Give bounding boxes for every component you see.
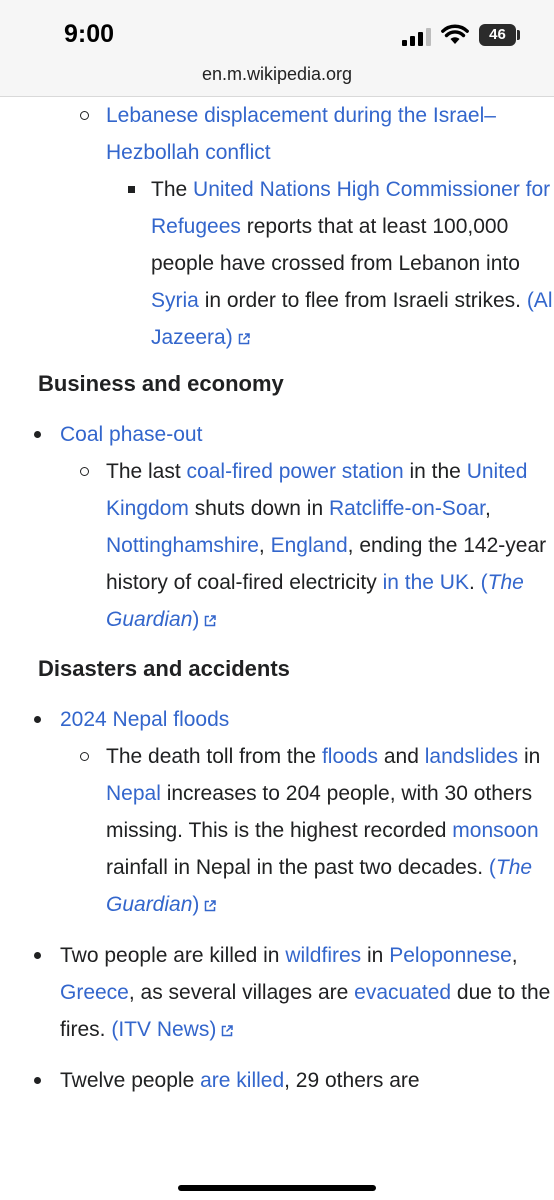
text: in order to flee from Israeli strikes. <box>198 289 527 312</box>
nepal-sublist: The death toll from the floods and lands… <box>60 738 554 923</box>
source-label: (ITV News) <box>111 1018 217 1041</box>
link-nottinghamshire[interactable]: Nottinghamshire <box>106 534 259 557</box>
source-paren: ( <box>488 856 496 879</box>
text: in <box>518 745 541 768</box>
link-evacuated[interactable]: evacuated <box>354 981 451 1004</box>
text: The death toll from the <box>106 745 322 768</box>
section-heading-disasters: Disasters and accidents <box>38 656 290 681</box>
link-floods[interactable]: floods <box>322 745 378 768</box>
lebanon-list: Lebanese displacement during the Israel–… <box>0 97 554 356</box>
business-list: Coal phase-out The last coal-fired power… <box>0 416 554 638</box>
external-link-icon <box>238 333 250 345</box>
link-syria[interactable]: Syria <box>151 289 199 312</box>
list-item-coal-phase-out: Coal phase-out The last coal-fired power… <box>0 416 554 638</box>
link-coal-fired-power-station[interactable]: coal-fired power station <box>187 460 404 483</box>
external-link-icon <box>205 900 217 912</box>
list-item-lebanon: Lebanese displacement during the Israel–… <box>0 97 554 356</box>
link-england[interactable]: England <box>271 534 348 557</box>
text: . <box>468 571 481 594</box>
section-heading-business: Business and economy <box>38 371 284 396</box>
link-wildfires[interactable]: wildfires <box>285 944 361 967</box>
text: rainfall in Nepal in the past two decade… <box>106 856 489 879</box>
coal-sublist: The last coal-fired power station in the… <box>60 453 554 638</box>
text: , <box>511 944 518 967</box>
link-greece[interactable]: Greece <box>60 981 129 1004</box>
text: , <box>258 534 271 557</box>
link-nepal[interactable]: Nepal <box>106 782 161 805</box>
home-indicator[interactable] <box>178 1185 376 1191</box>
list-item-nepal-floods: 2024 Nepal floods The death toll from th… <box>0 701 554 923</box>
source-paren: ( <box>480 571 488 594</box>
disasters-list: 2024 Nepal floods The death toll from th… <box>0 701 554 1099</box>
address-bar-url[interactable]: en.m.wikipedia.org <box>0 64 554 85</box>
wifi-icon <box>441 24 469 44</box>
text: , <box>485 497 491 520</box>
cellular-signal-icon <box>402 28 431 46</box>
lebanon-sublist: The United Nations High Commissioner for… <box>106 171 554 356</box>
source-paren: ) <box>192 893 200 916</box>
link-2024-nepal-floods[interactable]: 2024 Nepal floods <box>60 708 229 731</box>
text: , as several villages are <box>128 981 355 1004</box>
article-content: Lebanese displacement during the Israel–… <box>0 96 554 1099</box>
source-paren: ) <box>192 608 200 631</box>
link-coal-phase-out[interactable]: Coal phase-out <box>60 423 202 446</box>
text: in the <box>403 460 467 483</box>
list-item-nepal-death-toll: The death toll from the floods and lands… <box>0 738 554 923</box>
external-link-icon <box>205 615 217 627</box>
external-link-icon <box>222 1025 234 1037</box>
source-link-itv-news[interactable]: (ITV News) <box>111 1018 234 1041</box>
list-item-uk-coal-station: The last coal-fired power station in the… <box>0 453 554 638</box>
link-ratcliffe-on-soar[interactable]: Ratcliffe-on-Soar <box>329 497 485 520</box>
text: in <box>361 944 390 967</box>
status-time: 9:00 <box>64 20 115 48</box>
link-landslides[interactable]: landslides <box>425 745 518 768</box>
text: The last <box>106 460 187 483</box>
battery-icon: 46 <box>479 24 516 46</box>
text: , 29 others are <box>284 1069 420 1092</box>
link-peloponnese[interactable]: Peloponnese <box>389 944 512 967</box>
text: shuts down in <box>188 497 329 520</box>
status-bar: 9:00 46 en.m.wikipedia.org <box>0 0 554 97</box>
text: Two people are killed in <box>60 944 286 967</box>
battery-tip <box>517 30 520 40</box>
battery-level: 46 <box>489 26 506 43</box>
text: and <box>378 745 425 768</box>
text: The <box>151 178 194 201</box>
link-are-killed[interactable]: are killed <box>200 1069 284 1092</box>
list-item-greece-wildfires: Two people are killed in wildfires in Pe… <box>0 937 554 1048</box>
link-monsoon[interactable]: monsoon <box>452 819 538 842</box>
link-lebanese-displacement[interactable]: Lebanese displacement during the Israel–… <box>106 104 496 164</box>
list-item-twelve-killed: Twelve people are killed, 29 others are <box>0 1062 554 1099</box>
link-in-the-uk[interactable]: in the UK <box>383 571 469 594</box>
text: Twelve people <box>60 1069 201 1092</box>
list-item-unhcr-report: The United Nations High Commissioner for… <box>0 171 554 356</box>
